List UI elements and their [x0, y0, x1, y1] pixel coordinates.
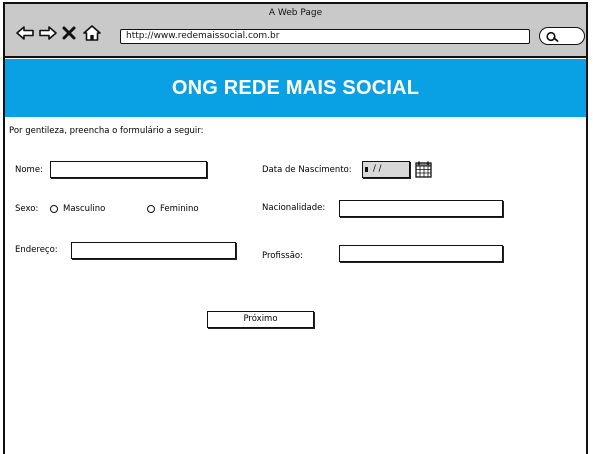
birth-date-placeholder: / / — [373, 164, 382, 174]
next-button[interactable]: Próximo — [207, 311, 314, 328]
search-button[interactable] — [539, 27, 585, 45]
forward-arrow-icon[interactable] — [38, 24, 58, 42]
profession-label: Profissão: — [262, 251, 303, 261]
window-title: A Web Page — [268, 8, 323, 18]
radio-feminino[interactable]: Feminino — [147, 204, 199, 214]
radio-label: Feminino — [160, 204, 199, 214]
calendar-icon[interactable] — [414, 160, 434, 179]
radio-label: Masculino — [63, 204, 106, 214]
radio-masculino[interactable]: Masculino — [50, 204, 105, 214]
radio-circle[interactable] — [147, 205, 155, 213]
birth-date-label: Data de Nascimento: — [262, 165, 352, 175]
date-spinner-handle — [365, 167, 368, 172]
radio-circle[interactable] — [50, 205, 58, 213]
address-bar[interactable]: http://www.redemaissocial.com.br — [120, 29, 530, 44]
nationality-field[interactable] — [339, 200, 503, 217]
name-field[interactable] — [50, 161, 207, 178]
nationality-label: Nacionalidade: — [262, 203, 326, 213]
name-label: Nome: — [15, 165, 43, 175]
back-arrow-icon[interactable] — [15, 24, 35, 42]
home-icon[interactable] — [82, 24, 102, 42]
address-field[interactable] — [71, 242, 236, 259]
browser-toolbar: A Web Page http://www.redemaissocial.com… — [5, 4, 586, 58]
close-icon[interactable] — [61, 24, 77, 42]
page-title: ONG REDE MAIS SOCIAL — [171, 76, 420, 99]
profession-field[interactable] — [339, 245, 503, 262]
header-banner: ONG REDE MAIS SOCIAL — [5, 59, 586, 117]
browser-window: A Web Page http://www.redemaissocial.com… — [3, 2, 588, 454]
search-icon — [546, 31, 559, 42]
sex-label: Sexo: — [15, 204, 39, 214]
birth-date-field[interactable]: / / — [362, 161, 410, 178]
form-intro-text: Por gentileza, preencha o formulário a s… — [9, 126, 204, 136]
address-label: Endereço: — [15, 245, 58, 255]
